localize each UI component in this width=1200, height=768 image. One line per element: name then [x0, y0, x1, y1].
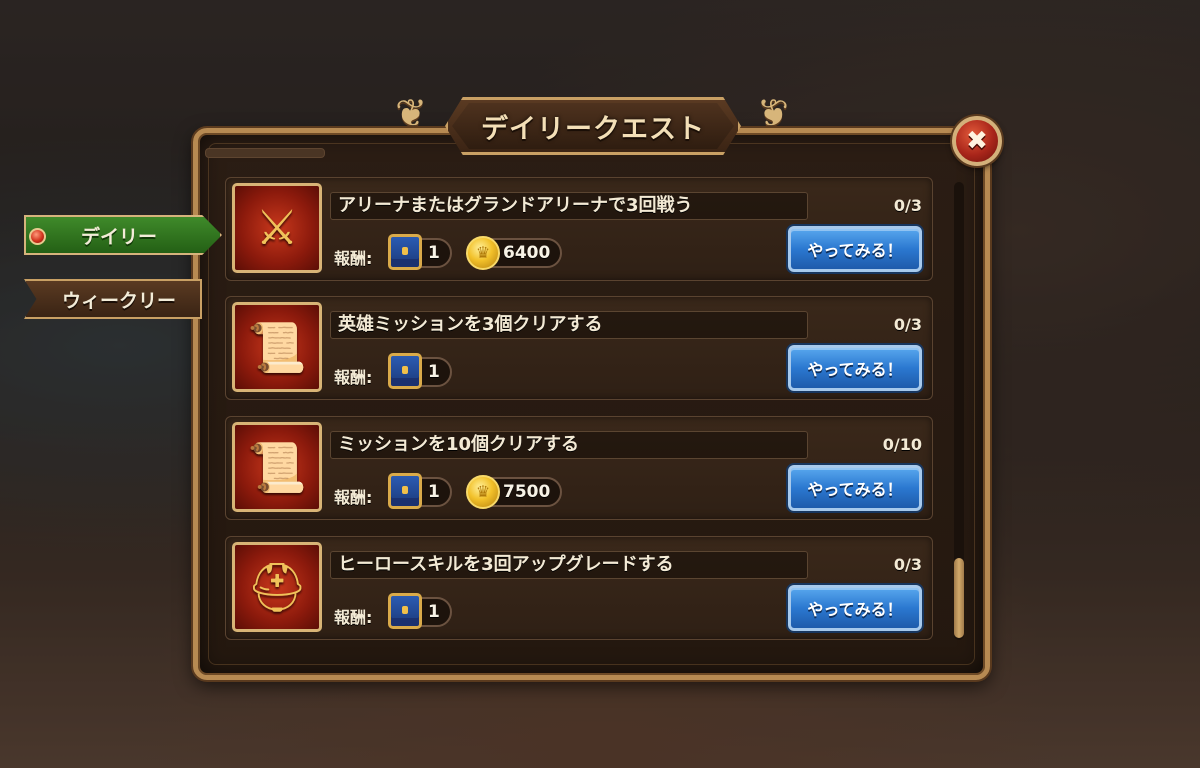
- window-title: デイリークエスト: [481, 113, 705, 145]
- left-wing-ornament-icon: ❦: [395, 91, 427, 135]
- treasure-chest-icon: [388, 234, 422, 270]
- tab-daily-label: デイリー: [81, 225, 158, 248]
- try-it-button[interactable]: やってみる！: [788, 465, 922, 511]
- coin-amount: 7500: [503, 482, 551, 502]
- close-button[interactable]: ✖: [952, 116, 1002, 166]
- close-x-icon: ✖: [966, 126, 988, 156]
- scroll-map-icon: 📜: [232, 302, 322, 392]
- reward-label: 報酬:: [334, 608, 373, 627]
- reward-label: 報酬:: [334, 488, 373, 507]
- right-wing-ornament-icon: ❦: [757, 91, 789, 135]
- coin-amount: 6400: [503, 243, 551, 263]
- quest-progress: 0/3: [893, 315, 922, 334]
- gold-coin-icon: ♛: [466, 475, 500, 509]
- treasure-chest-icon: [388, 353, 422, 389]
- chest-count: 1: [428, 482, 440, 502]
- quest-progress: 0/3: [893, 196, 922, 215]
- try-it-button[interactable]: やってみる！: [788, 585, 922, 631]
- list-top-edge: [205, 148, 325, 158]
- reward-label: 報酬:: [334, 368, 373, 387]
- tab-daily[interactable]: デイリー: [24, 215, 222, 255]
- try-it-button[interactable]: やってみる！: [788, 345, 922, 391]
- reward-label: 報酬:: [334, 249, 373, 268]
- quest-title: アリーナまたはグランドアリーナで3回戦う: [338, 195, 693, 216]
- treasure-chest-icon: [388, 593, 422, 629]
- quest-progress: 0/10: [882, 435, 922, 454]
- quest-progress: 0/3: [893, 555, 922, 574]
- quest-row: ⛑ ヒーロースキルを3回アップグレードする 0/3 報酬: 1 やってみる！: [225, 536, 933, 640]
- scroll-map-icon: 📜: [232, 422, 322, 512]
- quest-row: 📜 ミッションを10個クリアする 0/10 報酬: 1 ♛ 7500 やってみる…: [225, 416, 933, 520]
- chest-count: 1: [428, 602, 440, 622]
- quest-title: ヒーロースキルを3回アップグレードする: [338, 554, 674, 575]
- try-it-button[interactable]: やってみる！: [788, 226, 922, 272]
- quest-title: ミッションを10個クリアする: [338, 434, 580, 455]
- chest-count: 1: [428, 243, 440, 263]
- title-banner: デイリークエスト: [452, 103, 734, 149]
- quest-row: ⚔ アリーナまたはグランドアリーナで3回戦う 0/3 報酬: 1 ♛ 6400 …: [225, 177, 933, 281]
- scrollbar-thumb[interactable]: [954, 558, 964, 638]
- quest-row: 📜 英雄ミッションを3個クリアする 0/3 報酬: 1 やってみる！: [225, 296, 933, 400]
- chest-count: 1: [428, 362, 440, 382]
- active-indicator-icon: [29, 228, 46, 245]
- gold-coin-icon: ♛: [466, 236, 500, 270]
- treasure-chest-icon: [388, 473, 422, 509]
- tab-weekly-label: ウィークリー: [62, 289, 177, 312]
- tab-weekly[interactable]: ウィークリー: [24, 279, 202, 319]
- quest-title: 英雄ミッションを3個クリアする: [338, 314, 603, 335]
- crossed-swords-icon: ⚔: [232, 183, 322, 273]
- winged-helmet-icon: ⛑: [232, 542, 322, 632]
